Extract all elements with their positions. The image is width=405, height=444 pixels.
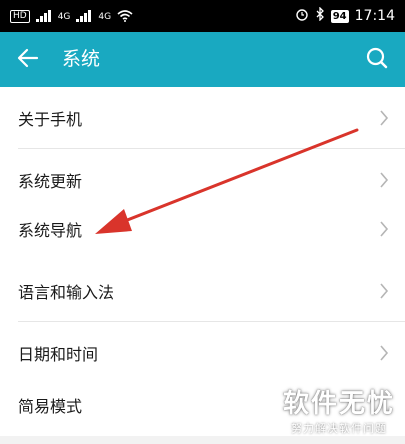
battery-level: 94 xyxy=(330,9,349,23)
settings-group: 语言和输入法 日期和时间 xyxy=(0,260,405,384)
chevron-right-icon xyxy=(380,221,389,237)
page-title: 系统 xyxy=(62,48,101,70)
settings-group: 系统导航 xyxy=(0,198,405,260)
chevron-right-icon xyxy=(380,345,389,361)
alarm-icon xyxy=(295,7,309,25)
settings-item-about-phone[interactable]: 关于手机 xyxy=(0,87,405,149)
chevron-right-icon xyxy=(380,110,389,126)
settings-item-label: 简易模式 xyxy=(18,397,83,416)
signal-icon-2 xyxy=(76,7,92,26)
network-type-label: 4G xyxy=(57,11,71,22)
settings-item-label: 日期和时间 xyxy=(18,345,99,364)
signal-icon xyxy=(35,7,52,26)
wifi-icon xyxy=(117,7,133,26)
back-button[interactable] xyxy=(12,44,44,76)
settings-item-system-navigation[interactable]: 系统导航 xyxy=(0,198,405,260)
chevron-right-icon xyxy=(380,283,389,299)
watermark: 软件无忧 努力解决软件问题 xyxy=(283,383,395,436)
chevron-right-icon xyxy=(380,172,389,188)
search-icon xyxy=(366,47,388,73)
settings-item-language-input[interactable]: 语言和输入法 xyxy=(0,260,405,322)
status-bar: HD 4G 4G 94 17:14 xyxy=(0,0,405,32)
hd-badge: HD xyxy=(10,10,30,23)
arrow-left-icon xyxy=(17,48,39,72)
settings-item-label: 语言和输入法 xyxy=(18,283,115,302)
app-bar: 系统 xyxy=(0,32,405,87)
network-type-label-2: 4G xyxy=(98,11,112,22)
search-button[interactable] xyxy=(361,44,393,76)
settings-item-label: 系统导航 xyxy=(18,221,83,240)
clock: 17:14 xyxy=(354,8,395,24)
settings-group: 关于手机 系统更新 xyxy=(0,87,405,211)
watermark-main: 软件无忧 xyxy=(282,389,395,419)
settings-item-label: 关于手机 xyxy=(18,110,83,129)
bluetooth-icon xyxy=(315,6,325,25)
settings-item-label: 系统更新 xyxy=(18,172,83,191)
watermark-sub: 努力解决软件问题 xyxy=(290,422,387,435)
